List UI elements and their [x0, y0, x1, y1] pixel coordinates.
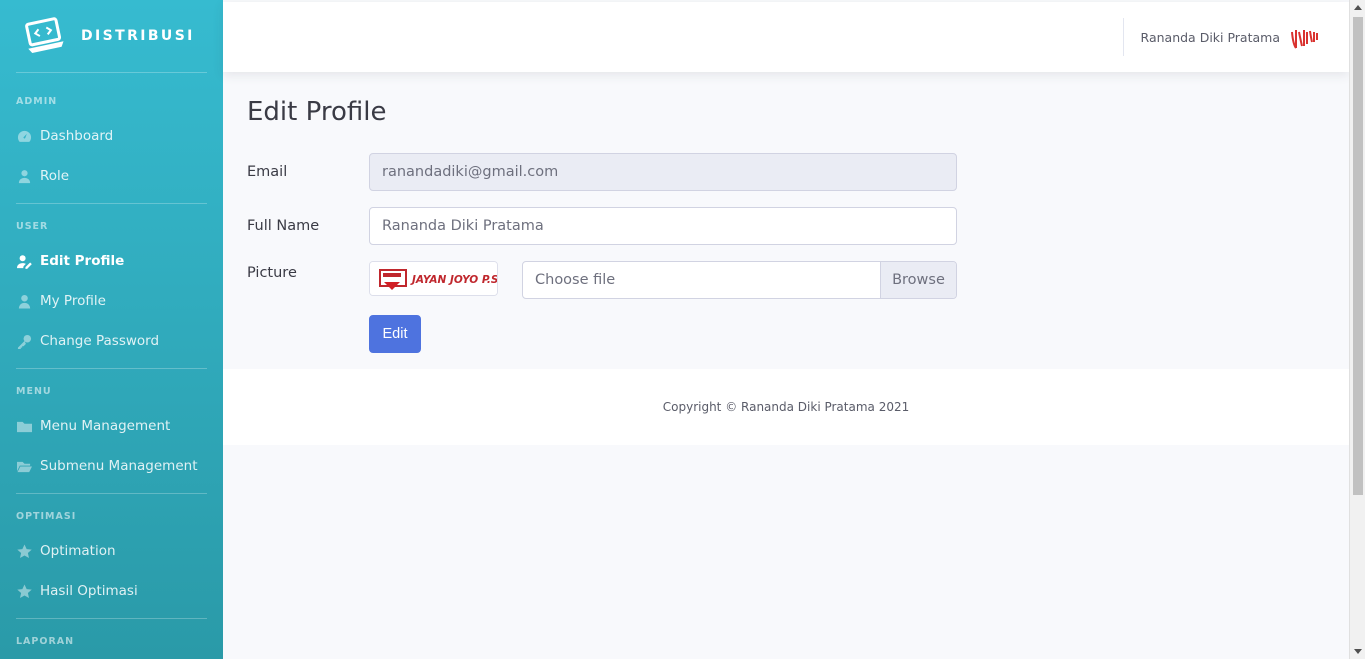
- file-upload-input[interactable]: Choose file Browse: [522, 261, 957, 299]
- browse-button[interactable]: Browse: [880, 262, 956, 298]
- sidebar-item-label: Hasil Optimasi: [40, 583, 138, 599]
- sidebar-item-change-password[interactable]: Change Password: [0, 321, 223, 361]
- sidebar-item-dashboard[interactable]: Dashboard: [0, 116, 223, 156]
- folder-open-icon: [16, 458, 32, 474]
- laptop-code-icon: [24, 15, 66, 57]
- email-label: Email: [247, 164, 288, 180]
- folder-icon: [16, 418, 32, 434]
- file-upload-placeholder: Choose file: [535, 272, 616, 288]
- email-field[interactable]: ranandadiki@gmail.com: [369, 153, 957, 191]
- sidebar-item-label: Menu Management: [40, 418, 171, 434]
- star-icon: [16, 543, 32, 559]
- scroll-down-arrow-icon[interactable]: [1354, 649, 1362, 654]
- fullname-field-value: Rananda Diki Pratama: [382, 218, 544, 234]
- topbar: Rananda Diki Pratama: [223, 2, 1349, 72]
- sidebar-item-label: My Profile: [40, 293, 106, 309]
- sidebar-heading-user: USER: [16, 221, 49, 232]
- footer-copyright: Copyright © Rananda Diki Pratama 2021: [662, 400, 910, 414]
- topbar-user-name[interactable]: Rananda Diki Pratama: [1141, 30, 1280, 45]
- sidebar-item-submenu-management[interactable]: Submenu Management: [0, 446, 223, 486]
- avatar[interactable]: [1289, 24, 1321, 52]
- key-icon: [16, 333, 32, 349]
- sidebar-heading-optimasi: OPTIMASI: [16, 511, 77, 522]
- footer: Copyright © Rananda Diki Pratama 2021: [223, 369, 1349, 445]
- sidebar-item-label: Submenu Management: [40, 458, 198, 474]
- page-title: Edit Profile: [247, 97, 387, 127]
- user-icon: [16, 293, 32, 309]
- sidebar-item-label: Dashboard: [40, 128, 114, 144]
- sidebar-item-role[interactable]: Role: [0, 156, 223, 196]
- sidebar-item-menu-management[interactable]: Menu Management: [0, 406, 223, 446]
- scroll-up-arrow-icon[interactable]: [1354, 5, 1362, 10]
- sidebar-item-label: Optimation: [40, 543, 116, 559]
- scrollbar-thumb[interactable]: [1353, 17, 1363, 495]
- sidebar-item-my-profile[interactable]: My Profile: [0, 281, 223, 321]
- sidebar-item-label: Role: [40, 168, 70, 184]
- tachometer-icon: [16, 128, 32, 144]
- user-tie-icon: [16, 168, 32, 184]
- profile-picture-text: JAYAN JOYO P.S: [410, 274, 498, 286]
- sidebar-heading-admin: ADMIN: [16, 96, 58, 107]
- brand-name: DISTRIBUSI: [81, 28, 195, 44]
- sidebar-heading-laporan: LAPORAN: [16, 636, 75, 647]
- profile-picture-thumbnail: JAYAN JOYO P.S: [369, 261, 498, 296]
- fullname-field[interactable]: Rananda Diki Pratama: [369, 207, 957, 245]
- picture-label: Picture: [247, 265, 297, 281]
- page-scrollbar[interactable]: [1349, 0, 1365, 659]
- sidebar-item-edit-profile[interactable]: Edit Profile: [0, 241, 223, 281]
- sidebar: DISTRIBUSI ADMIN Dashboard Role USER Edi…: [0, 0, 223, 659]
- edit-submit-button[interactable]: Edit: [369, 315, 421, 353]
- sidebar-item-hasil-optimasi[interactable]: Hasil Optimasi: [0, 571, 223, 611]
- sidebar-item-optimation[interactable]: Optimation: [0, 531, 223, 571]
- star-icon: [16, 583, 32, 599]
- email-field-value: ranandadiki@gmail.com: [382, 164, 559, 180]
- sidebar-item-label: Edit Profile: [40, 253, 125, 269]
- topbar-divider: [1123, 18, 1124, 56]
- brand[interactable]: DISTRIBUSI: [0, 0, 223, 72]
- profile-picture-image: JAYAN JOYO P.S: [370, 262, 498, 295]
- sidebar-heading-menu: MENU: [16, 386, 52, 397]
- fullname-label: Full Name: [247, 218, 320, 234]
- user-edit-icon: [16, 253, 32, 269]
- sidebar-item-label: Change Password: [40, 333, 160, 349]
